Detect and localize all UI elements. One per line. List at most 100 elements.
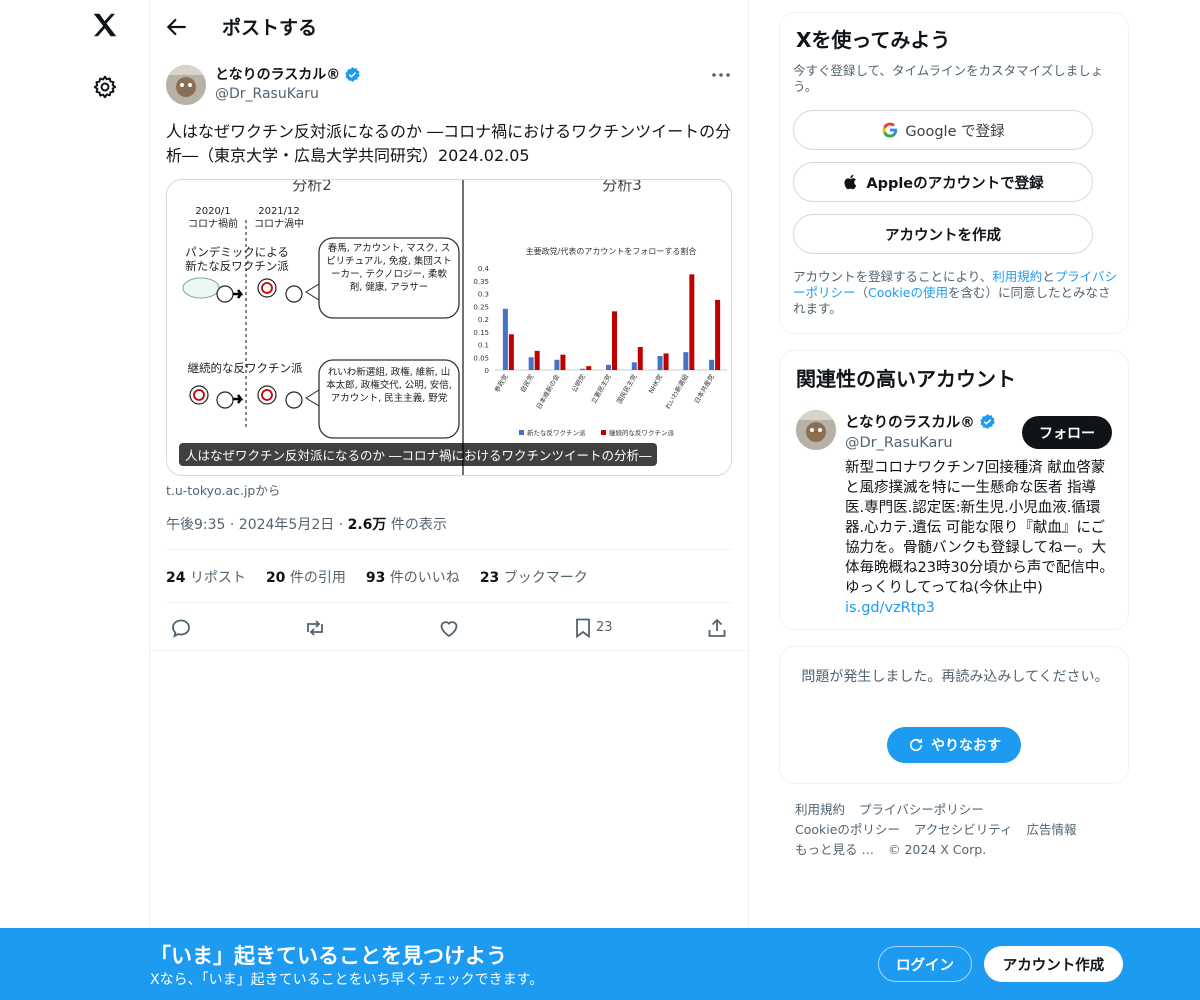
divider xyxy=(150,650,749,651)
x-logo-icon[interactable] xyxy=(88,10,122,44)
bookmark-stat[interactable]: 23 ブックマーク xyxy=(480,567,588,587)
card-caption: 人はなぜワクチン反対派になるのか ―コロナ禍におけるワクチンツイートの分析― xyxy=(179,443,658,466)
apple-signup-button[interactable]: Appleのアカウントで登録 xyxy=(793,162,1093,202)
card-right-title: 分析3 xyxy=(602,180,642,194)
group1-bubble-text: 春馬, アカウント, マスク, スピリチュアル, 免疫, 集団ストーカー, テク… xyxy=(326,243,452,293)
banner-title: 「いま」起きていることを見つけよう xyxy=(150,944,507,968)
share-icon[interactable] xyxy=(705,616,729,640)
col1-date: 2020/1 xyxy=(195,206,230,217)
group2-bubble-text: れいわ新選組, 政権, 維新, 山本太郎, 政権交代, 公明, 安倍, アカウン… xyxy=(326,367,452,404)
bio-link[interactable]: is.gd/vzRtp3 xyxy=(845,600,935,616)
signup-subtitle: 今すぐ登録して、タイムラインをカスタマイズしましょう。 xyxy=(793,63,1104,94)
y-tick-label: 0 xyxy=(485,367,489,375)
refresh-icon xyxy=(909,738,923,752)
verified-badge-icon xyxy=(345,66,361,82)
left-nav xyxy=(0,0,150,1000)
bar-continuing xyxy=(612,311,617,370)
google-signup-label: Google で登録 xyxy=(905,123,1005,140)
bar-continuing xyxy=(508,334,514,370)
footer-privacy[interactable]: プライバシーポリシー xyxy=(859,802,984,817)
back-arrow-icon[interactable] xyxy=(164,14,190,40)
signup-panel: Xを使ってみよう 今すぐ登録して、タイムラインをカスタマイズしましょう。 Goo… xyxy=(779,12,1129,334)
bar-continuing xyxy=(534,350,540,370)
tweet-stats: 24 リポスト 20 件の引用 93 件のいいね 23 ブックマーク xyxy=(166,567,588,587)
bar-new xyxy=(554,359,560,370)
legend-label: 新たな反ワクチン派 xyxy=(527,428,586,437)
y-tick-label: 0.15 xyxy=(473,329,489,337)
y-tick-label: 0.35 xyxy=(473,278,489,286)
banner-subtitle: Xなら、「いま」起きていることをいち早くチェックできます。 xyxy=(150,972,544,988)
action-bar xyxy=(150,612,749,644)
like-heart-icon[interactable] xyxy=(437,616,461,640)
legend-swatch xyxy=(601,430,606,435)
quote-stat[interactable]: 20 件の引用 xyxy=(266,567,346,587)
bar-new xyxy=(657,355,663,370)
bar-new xyxy=(606,364,611,370)
relevant-accounts-panel: 関連性の高いアカウント となりのラスカル® @Dr_RasuKaru フォロー … xyxy=(779,350,1129,630)
relevant-title: 関連性の高いアカウント xyxy=(796,367,1016,391)
y-tick-label: 0.05 xyxy=(473,354,489,362)
bar-new xyxy=(580,368,586,370)
google-g-icon xyxy=(882,122,898,138)
avatar[interactable] xyxy=(166,65,206,105)
create-account-button[interactable]: アカウントを作成 xyxy=(793,214,1093,254)
reply-icon[interactable] xyxy=(169,616,193,640)
relevant-name[interactable]: となりのラスカル® xyxy=(845,411,996,432)
card-domain[interactable]: t.u-tokyo.ac.jpから xyxy=(166,480,280,499)
footer-links: 利用規約 プライバシーポリシー Cookieのポリシー アクセシビリティ 広告情… xyxy=(795,800,1125,860)
login-button[interactable]: ログイン xyxy=(878,946,972,982)
main-column: ポストする となりのラスカル® @Dr_RasuKaru 人はなぜワクチン反対派… xyxy=(150,0,749,1000)
divider xyxy=(166,602,732,603)
link-card[interactable]: 分析2 分析3 2020/1 コロナ禍前 2021/12 コロナ渦中 パンデミッ… xyxy=(166,179,732,476)
repost-icon[interactable] xyxy=(303,616,327,640)
tweet-meta: 午後9:35 · 2024年5月2日 · 2.6万 件の表示 xyxy=(166,514,447,534)
like-stat[interactable]: 93 件のいいね xyxy=(366,567,460,587)
create-account-label: アカウントを作成 xyxy=(885,227,1001,244)
more-options-icon[interactable] xyxy=(710,66,732,84)
footer-cookie[interactable]: Cookieのポリシー xyxy=(795,822,900,837)
display-name[interactable]: となりのラスカル® xyxy=(215,64,361,84)
bar-new xyxy=(631,362,637,370)
bar-new xyxy=(528,357,534,370)
user-handle[interactable]: @Dr_RasuKaru xyxy=(215,86,319,102)
display-name-text[interactable]: となりのラスカル® xyxy=(215,64,340,84)
divider xyxy=(166,549,732,550)
terms-link[interactable]: 利用規約 xyxy=(992,269,1042,284)
settings-gear-icon[interactable] xyxy=(92,74,118,100)
bar-new xyxy=(709,359,715,370)
signup-button[interactable]: アカウント作成 xyxy=(984,946,1123,982)
y-tick-label: 0.4 xyxy=(478,265,490,273)
repost-stat[interactable]: 24 リポスト xyxy=(166,567,246,587)
card-left-title: 分析2 xyxy=(292,180,332,194)
signup-title: Xを使ってみよう xyxy=(796,28,951,52)
timestamp[interactable]: 午後9:35 · 2024年5月2日 · xyxy=(166,517,343,533)
google-signup-button[interactable]: Google で登録 xyxy=(793,110,1093,150)
bookmark-count: 23 xyxy=(596,620,613,635)
verified-badge-icon xyxy=(980,414,995,429)
page-title: ポストする xyxy=(222,17,318,39)
footer-copyright: © 2024 X Corp. xyxy=(887,842,987,857)
retry-button[interactable]: やりなおす xyxy=(887,727,1021,763)
y-tick-label: 0.2 xyxy=(478,316,489,324)
footer-ads[interactable]: 広告情報 xyxy=(1027,822,1077,837)
apple-icon xyxy=(844,174,857,190)
signup-legal: アカウントを登録することにより、利用規約とプライバシーポリシー（Cookieの使… xyxy=(793,269,1118,316)
col1-label: コロナ禍前 xyxy=(188,217,238,230)
bookmark-icon[interactable] xyxy=(571,616,595,640)
follow-button[interactable]: フォロー xyxy=(1022,416,1112,449)
bar-new xyxy=(683,352,689,370)
view-count: 2.6万 xyxy=(347,517,387,533)
cookie-link[interactable]: Cookieの使用 xyxy=(868,285,948,300)
avatar[interactable] xyxy=(796,410,836,450)
error-panel: 問題が発生しました。再読み込みしてください。 やりなおす xyxy=(779,646,1129,784)
tweet-text: 人はなぜワクチン反対派になるのか ―コロナ禍におけるワクチンツイートの分析―（東… xyxy=(166,122,732,165)
bar-continuing xyxy=(663,353,669,370)
relevant-handle[interactable]: @Dr_RasuKaru xyxy=(845,435,953,451)
bar-continuing xyxy=(560,354,566,370)
page: ポストする となりのラスカル® @Dr_RasuKaru 人はなぜワクチン反対派… xyxy=(0,0,1200,1000)
footer-accessibility[interactable]: アクセシビリティ xyxy=(914,822,1013,837)
footer-more[interactable]: もっと見る … xyxy=(795,842,874,857)
apple-signup-label: Appleのアカウントで登録 xyxy=(866,175,1044,192)
footer-terms[interactable]: 利用規約 xyxy=(795,802,845,817)
legend-label: 継続的な反ワクチン派 xyxy=(609,428,675,437)
